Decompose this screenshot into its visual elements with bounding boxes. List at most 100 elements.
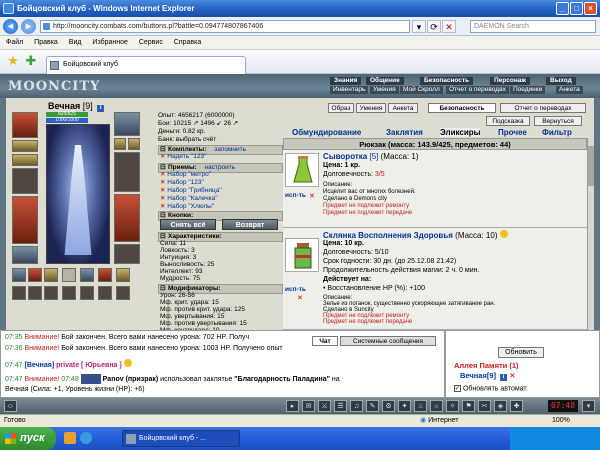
start-button[interactable]: пуск: [0, 427, 56, 450]
forward-button[interactable]: ►: [21, 19, 36, 34]
hint-button[interactable]: Подсказка: [486, 116, 530, 126]
remove-icon[interactable]: ✕: [160, 203, 165, 210]
menu-tools[interactable]: Сервис: [139, 39, 163, 46]
toolbar-icon[interactable]: ✦: [398, 400, 411, 412]
use-item-link[interactable]: исп-ть: [285, 192, 306, 199]
ring-slot-2[interactable]: [128, 138, 140, 150]
pocket-slot-3[interactable]: [44, 268, 58, 282]
menu-file[interactable]: Файл: [6, 39, 23, 46]
tab-security[interactable]: Безопасность: [428, 103, 496, 113]
pocket-slot-1[interactable]: [12, 268, 26, 282]
nav-exit[interactable]: Выход: [546, 77, 576, 85]
subnav-scroll[interactable]: Мой Скролл: [400, 86, 443, 94]
menu-help[interactable]: Справка: [174, 39, 201, 46]
nav-communication[interactable]: Общение: [366, 77, 404, 85]
search-input[interactable]: DAEMON Search: [470, 20, 596, 33]
auto-refresh-option[interactable]: ✓ Обновлять автомат.: [454, 385, 528, 392]
pocket-slot-4[interactable]: [62, 268, 76, 282]
trick-set-item[interactable]: ✕ Набор "Хлюпы": [160, 203, 214, 211]
menu-favorites[interactable]: Избранное: [92, 39, 127, 46]
remove-all-button[interactable]: Снять всё: [160, 219, 216, 230]
configure-tricks-link[interactable]: настроить: [205, 164, 236, 171]
inventory-scrollbar[interactable]: [587, 138, 594, 330]
boots-slot[interactable]: [114, 244, 140, 264]
nav-character[interactable]: Персонаж: [490, 77, 530, 85]
toolbar-icon[interactable]: ⌂: [414, 400, 427, 412]
toolbar-icon[interactable]: ☼: [430, 400, 443, 412]
remove-icon[interactable]: ✕: [160, 179, 165, 186]
pocket-slot-7[interactable]: [116, 268, 130, 282]
set-item[interactable]: ✕ Надеть "123": [160, 153, 206, 161]
toolbar-icon[interactable]: ⚙: [382, 400, 395, 412]
toolbar-icon[interactable]: ▸: [286, 400, 299, 412]
subnav-skills[interactable]: Умения: [370, 86, 399, 94]
nav-knowledge[interactable]: Знания: [330, 77, 362, 85]
remove-icon[interactable]: ✕: [160, 171, 165, 178]
tab-fight-club[interactable]: Бойцовский клуб: [46, 56, 246, 74]
cat-equipment[interactable]: Обмундирование: [292, 128, 361, 137]
alley-of-memory[interactable]: Аллея Памяти (1): [454, 361, 519, 370]
scroll-slot-3[interactable]: [44, 286, 58, 300]
cat-elixirs[interactable]: Эликсиры: [440, 128, 481, 137]
tab-profile[interactable]: Анкета: [388, 103, 418, 113]
toolbar-icon[interactable]: ✧: [446, 400, 459, 412]
armor-slot[interactable]: [12, 196, 38, 244]
pocket-slot-2[interactable]: [28, 268, 42, 282]
toolbar-icon[interactable]: ✂: [478, 400, 491, 412]
delete-item-icon[interactable]: ✕: [297, 294, 303, 302]
taskbar-window-button[interactable]: Бойцовский клуб - ...: [122, 430, 240, 447]
remove-icon[interactable]: ✕: [509, 371, 515, 380]
info-icon[interactable]: i: [97, 105, 105, 112]
scrollbar-thumb[interactable]: [588, 146, 594, 186]
scroll-slot-7[interactable]: [116, 286, 130, 300]
toolbar-icon[interactable]: ⚔: [318, 400, 331, 412]
shield-slot[interactable]: [114, 152, 140, 192]
belt-slot[interactable]: [12, 246, 38, 264]
tab-skills[interactable]: Умения: [356, 103, 386, 113]
remove-icon[interactable]: ✕: [160, 195, 165, 202]
scroll-slot-6[interactable]: [98, 286, 112, 300]
save-set-link[interactable]: запомнить: [214, 146, 246, 153]
nav-security[interactable]: Безопасность: [420, 77, 474, 85]
use-item-link[interactable]: исп-ть: [285, 286, 306, 293]
cat-spells[interactable]: Заклятия: [386, 128, 423, 137]
earrings-slot[interactable]: [12, 140, 38, 152]
pocket-slot-5[interactable]: [80, 268, 94, 282]
remove-icon[interactable]: ✕: [160, 153, 165, 160]
toolbar-icon[interactable]: ♫: [350, 400, 363, 412]
trick-set-item[interactable]: ✕ Набор "метро": [160, 171, 211, 179]
maximize-button[interactable]: □: [570, 2, 583, 15]
trick-set-item[interactable]: ✕ Набор "123": [160, 179, 204, 187]
toolbar-icon[interactable]: ☰: [334, 400, 347, 412]
add-favorite-icon[interactable]: ✚: [24, 54, 38, 68]
legs-slot[interactable]: [114, 194, 140, 242]
tab-image[interactable]: Образ: [328, 103, 354, 113]
remove-icon[interactable]: ✕: [160, 187, 165, 194]
cat-other[interactable]: Прочее: [498, 128, 527, 137]
chat-tab-system[interactable]: Системные сообщения: [340, 336, 436, 346]
minimize-button[interactable]: _: [556, 2, 569, 15]
pocket-slot-6[interactable]: [98, 268, 112, 282]
amulet-slot[interactable]: [12, 154, 38, 166]
refresh-icon[interactable]: ⟳: [427, 20, 441, 33]
toolbar-icon[interactable]: ◈: [494, 400, 507, 412]
subnav-profile[interactable]: Анкета: [556, 86, 583, 94]
subnav-inventory[interactable]: Инвентарь: [330, 86, 369, 94]
zoom-level[interactable]: 100%: [552, 415, 570, 427]
ie-quicklaunch-icon[interactable]: [80, 432, 92, 444]
trick-set-item[interactable]: ✕ Набор "Калечка": [160, 195, 218, 203]
back-button[interactable]: ◄: [3, 19, 18, 34]
toolbar-icon[interactable]: ▾: [582, 400, 595, 412]
ring-slot-1[interactable]: [114, 138, 126, 150]
checkbox-checked-icon[interactable]: ✓: [454, 385, 461, 392]
weapon-slot[interactable]: [12, 168, 38, 194]
toolbar-icon[interactable]: ✉: [302, 400, 315, 412]
subnav-transfers[interactable]: Отчет о переводах: [446, 86, 509, 94]
menu-view[interactable]: Вид: [69, 39, 82, 46]
helmet-slot[interactable]: [12, 112, 38, 138]
toolbar-icon[interactable]: ☺: [4, 400, 17, 412]
subnav-duels[interactable]: Поединки: [510, 86, 546, 94]
dropdown-icon[interactable]: ▾: [412, 20, 426, 33]
delete-item-icon[interactable]: ✕: [309, 192, 315, 200]
scroll-slot-5[interactable]: [80, 286, 94, 300]
